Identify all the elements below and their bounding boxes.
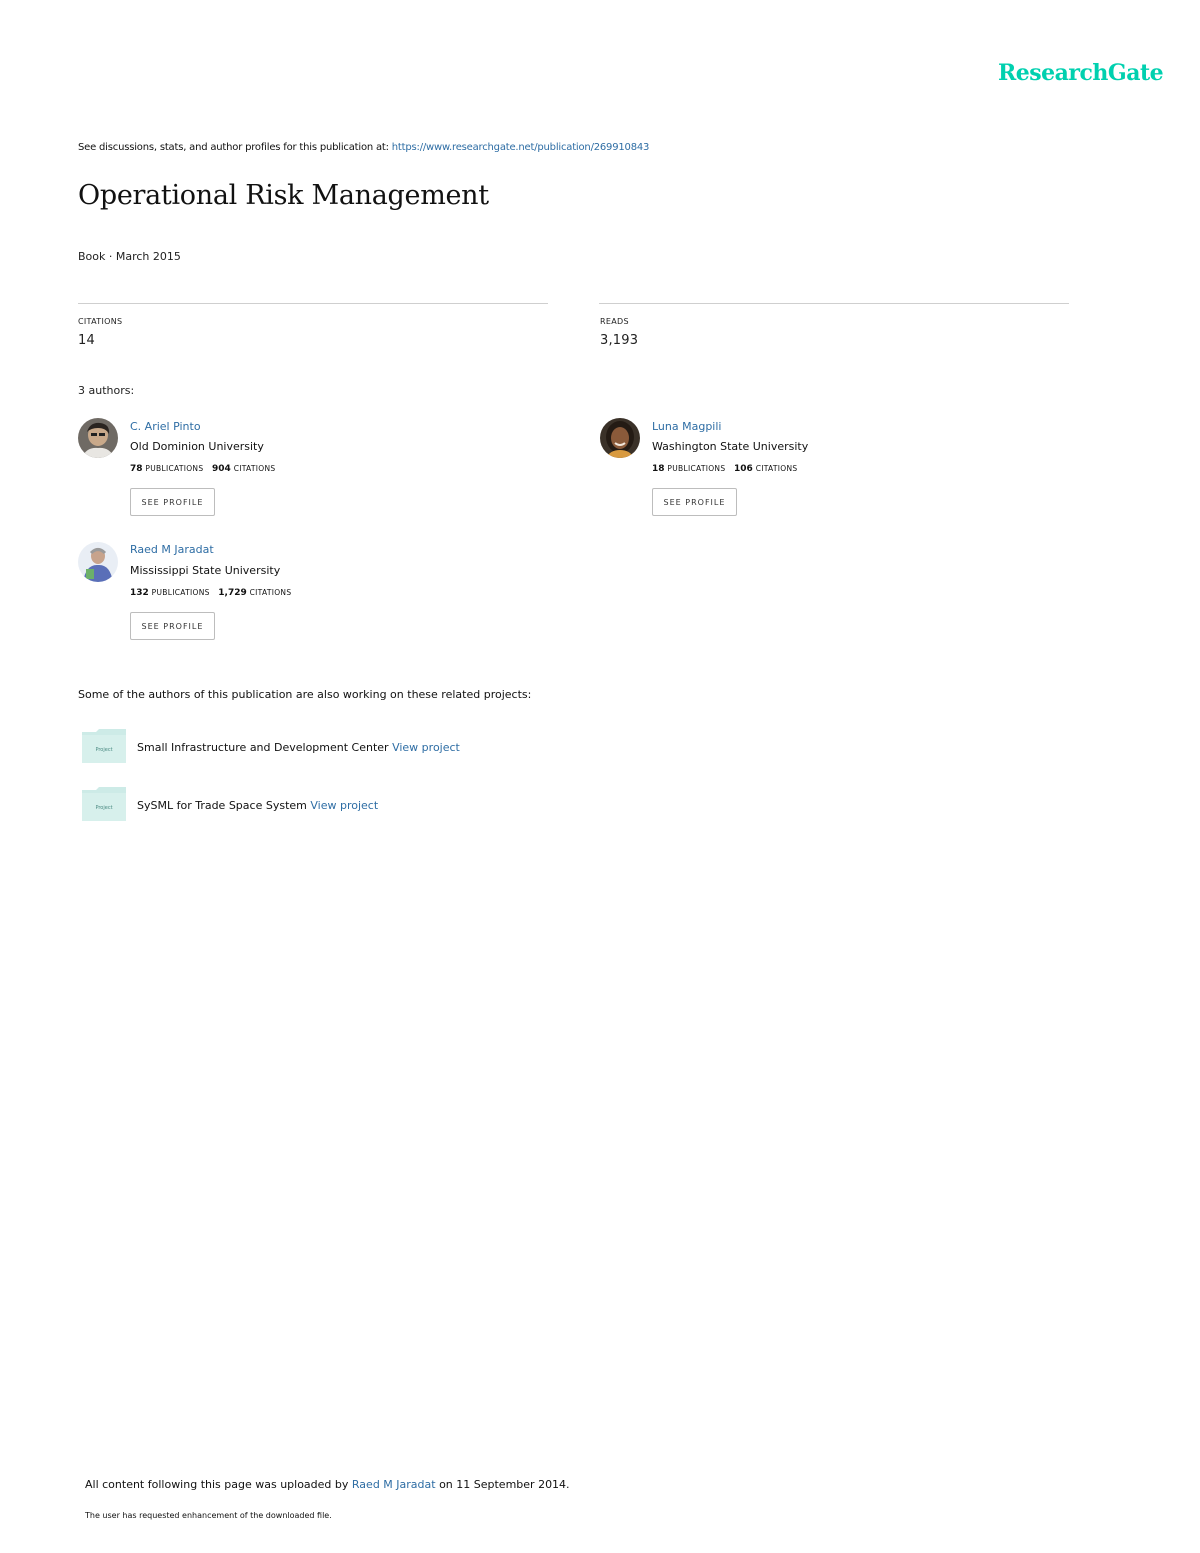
project-folder-icon: Project xyxy=(82,729,126,763)
citations-divider xyxy=(78,303,548,304)
folder-icon-label: Project xyxy=(95,805,112,811)
author-stats: 132 PUBLICATIONS 1,729 CITATIONS xyxy=(130,588,291,598)
projects-intro: Some of the authors of this publication … xyxy=(78,688,532,701)
publications-count: 78 xyxy=(130,464,143,474)
author-name-link[interactable]: Luna Magpili xyxy=(652,420,721,433)
author-name-link[interactable]: C. Ariel Pinto xyxy=(130,420,201,433)
citations-label: CITATIONS xyxy=(249,588,292,597)
authors-heading: 3 authors: xyxy=(78,384,135,397)
see-profile-button[interactable]: SEE PROFILE xyxy=(130,488,215,516)
project-item: SySML for Trade Space System View projec… xyxy=(137,799,378,812)
citations-label: CITATIONS xyxy=(233,464,276,473)
citations-count: 106 xyxy=(734,464,753,474)
upload-prefix: All content following this page was uplo… xyxy=(85,1478,352,1491)
avatar[interactable] xyxy=(78,542,118,582)
author-institution: Mississippi State University xyxy=(130,564,281,577)
project-folder-icon: Project xyxy=(82,787,126,821)
discussion-text: See discussions, stats, and author profi… xyxy=(78,142,392,153)
publication-title: Operational Risk Management xyxy=(78,180,489,211)
upload-suffix: on 11 September 2014. xyxy=(435,1478,570,1491)
see-profile-button[interactable]: SEE PROFILE xyxy=(652,488,737,516)
view-project-link[interactable]: View project xyxy=(392,741,460,754)
author-stats: 78 PUBLICATIONS 904 CITATIONS xyxy=(130,464,275,474)
project-name: Small Infrastructure and Development Cen… xyxy=(137,741,389,754)
author-stats: 18 PUBLICATIONS 106 CITATIONS xyxy=(652,464,797,474)
project-item: Small Infrastructure and Development Cen… xyxy=(137,741,460,754)
reads-divider xyxy=(599,303,1069,304)
author-institution: Washington State University xyxy=(652,440,809,453)
citations-label: CITATIONS xyxy=(78,317,123,326)
citations-label: CITATIONS xyxy=(755,464,798,473)
publications-count: 132 xyxy=(130,588,149,598)
reads-value: 3,193 xyxy=(600,333,639,348)
citations-value: 14 xyxy=(78,333,95,348)
citations-count: 1,729 xyxy=(218,588,247,598)
upload-notice: All content following this page was uplo… xyxy=(85,1478,570,1491)
publication-url-link[interactable]: https://www.researchgate.net/publication… xyxy=(392,142,650,153)
reads-label: READS xyxy=(600,317,629,326)
publications-count: 18 xyxy=(652,464,665,474)
publications-label: PUBLICATIONS xyxy=(667,464,726,473)
publications-label: PUBLICATIONS xyxy=(145,464,204,473)
uploader-link[interactable]: Raed M Jaradat xyxy=(352,1478,436,1491)
author-photo-icon xyxy=(78,418,118,458)
publications-label: PUBLICATIONS xyxy=(151,588,210,597)
avatar[interactable] xyxy=(78,418,118,458)
avatar[interactable] xyxy=(600,418,640,458)
citations-count: 904 xyxy=(212,464,231,474)
author-photo-icon xyxy=(78,542,118,582)
publication-type-date: Book · March 2015 xyxy=(78,250,181,263)
discussion-line: See discussions, stats, and author profi… xyxy=(78,142,649,153)
author-name-link[interactable]: Raed M Jaradat xyxy=(130,543,214,556)
author-institution: Old Dominion University xyxy=(130,440,264,453)
view-project-link[interactable]: View project xyxy=(310,799,378,812)
folder-icon-label: Project xyxy=(95,747,112,753)
researchgate-logo[interactable]: ResearchGate xyxy=(998,60,1164,86)
see-profile-button[interactable]: SEE PROFILE xyxy=(130,612,215,640)
project-name: SySML for Trade Space System xyxy=(137,799,307,812)
author-photo-icon xyxy=(600,418,640,458)
enhancement-notice: The user has requested enhancement of th… xyxy=(85,1511,332,1520)
